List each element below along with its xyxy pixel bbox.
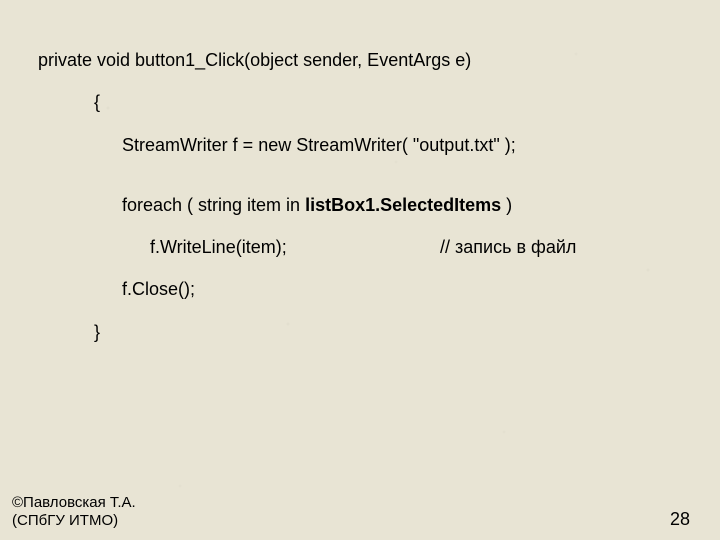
blank-line bbox=[38, 175, 690, 193]
code-line-foreach: foreach ( string item in listBox1.Select… bbox=[38, 193, 690, 217]
footer-org: (СПбГУ ИТМО) bbox=[12, 512, 700, 530]
code-line-writeline: f.WriteLine(item);// запись в файл bbox=[38, 235, 690, 259]
code-text: ) bbox=[501, 195, 512, 215]
code-text: private void button1_Click(object sender… bbox=[38, 50, 471, 70]
code-comment: // запись в файл bbox=[440, 237, 576, 257]
code-text: } bbox=[94, 322, 100, 342]
code-text: { bbox=[94, 92, 100, 112]
code-line-signature: private void button1_Click(object sender… bbox=[38, 48, 690, 72]
code-text-bold: listBox1.SelectedItems bbox=[305, 195, 501, 215]
code-line-close: f.Close(); bbox=[38, 277, 690, 301]
code-text: f.Close(); bbox=[122, 279, 195, 299]
code-text: StreamWriter f = new StreamWriter( "outp… bbox=[122, 135, 516, 155]
code-line-streamwriter: StreamWriter f = new StreamWriter( "outp… bbox=[38, 133, 690, 157]
page-number: 28 bbox=[670, 509, 690, 530]
code-text: foreach ( string item in bbox=[122, 195, 305, 215]
code-block: private void button1_Click(object sender… bbox=[38, 48, 690, 362]
slide-footer: ©Павловская Т.А. (СПбГУ ИТМО) 28 bbox=[12, 494, 700, 530]
code-line-close-brace: } bbox=[38, 320, 690, 344]
footer-author: ©Павловская Т.А. bbox=[12, 494, 700, 512]
code-line-open-brace: { bbox=[38, 90, 690, 114]
code-text: f.WriteLine(item); bbox=[150, 235, 440, 259]
